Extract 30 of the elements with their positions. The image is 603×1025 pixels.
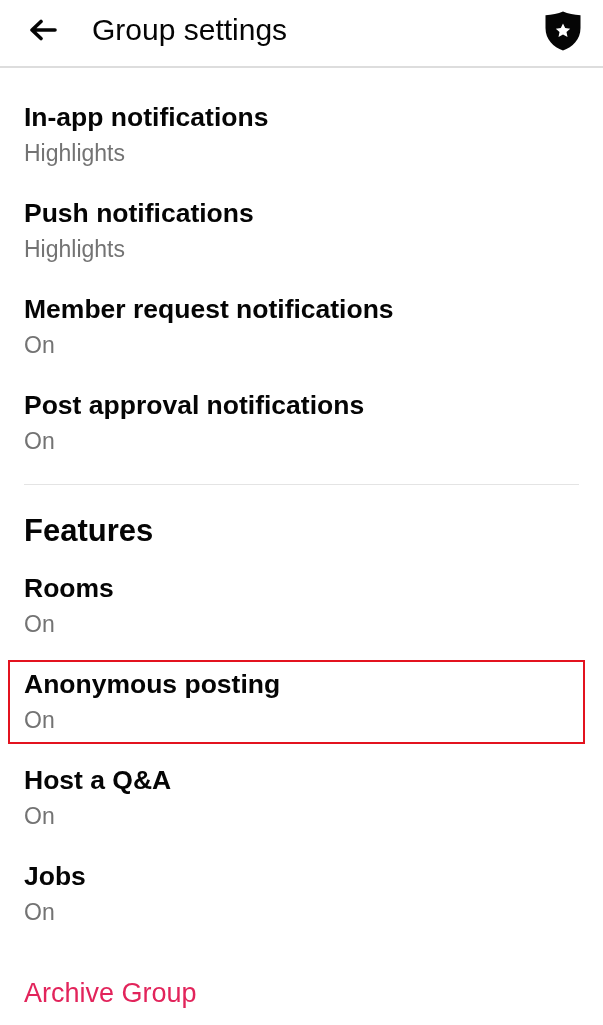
page-title: Group settings	[92, 12, 289, 48]
setting-title: Member request notifications	[24, 293, 394, 326]
back-button[interactable]	[28, 18, 58, 42]
setting-value: Highlights	[24, 139, 125, 168]
setting-value: On	[24, 802, 55, 831]
setting-value: On	[24, 898, 55, 927]
setting-value: On	[24, 610, 55, 639]
archive-group-link[interactable]: Archive Group	[24, 975, 197, 1011]
setting-row[interactable]: Host a Q&A On	[8, 756, 585, 840]
setting-row[interactable]: Member request notifications On	[8, 285, 585, 369]
section-heading: Features	[24, 512, 155, 550]
setting-title: Push notifications	[24, 197, 254, 230]
setting-value: On	[24, 706, 55, 735]
setting-value: On	[24, 331, 55, 360]
setting-title: Post approval notifications	[24, 389, 365, 422]
setting-row[interactable]: Rooms On	[8, 564, 585, 648]
setting-title: Anonymous posting	[24, 668, 281, 701]
setting-row[interactable]: In-app notifications Highlights	[8, 93, 585, 177]
setting-row[interactable]: Post approval notifications On	[8, 381, 585, 465]
setting-title: Jobs	[24, 860, 86, 893]
setting-value: Highlights	[24, 235, 125, 264]
back-arrow-icon	[29, 19, 57, 41]
setting-title: Rooms	[24, 572, 114, 605]
setting-row[interactable]: Anonymous posting On	[8, 660, 585, 744]
setting-row[interactable]: Jobs On	[8, 852, 585, 936]
shield-star-icon[interactable]	[545, 11, 581, 51]
setting-title: Host a Q&A	[24, 764, 172, 797]
setting-row[interactable]: Push notifications Highlights	[8, 189, 585, 273]
setting-title: In-app notifications	[24, 101, 269, 134]
setting-value: On	[24, 427, 55, 456]
